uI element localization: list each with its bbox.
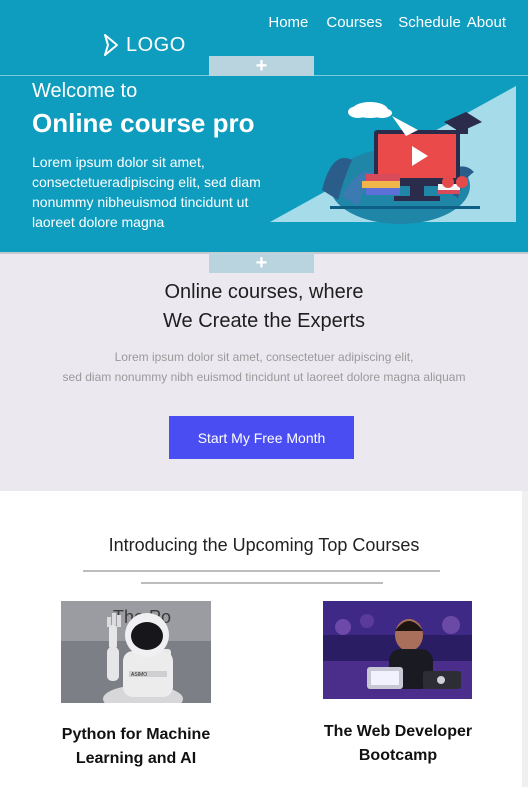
course-image-hackathon[interactable] — [323, 601, 472, 699]
divider — [83, 570, 440, 572]
scrollbar-track[interactable] — [522, 491, 528, 787]
top-nav: Home Courses Schedule About — [268, 14, 506, 31]
online-learning-illustration — [270, 86, 516, 224]
course-title-webdev[interactable]: The Web Developer Bootcamp — [308, 720, 488, 768]
intro-description: Lorem ipsum dolor sit amet, consectetuer… — [0, 347, 528, 387]
course-image-robot[interactable]: The Po ASIMO — [61, 601, 211, 703]
hero-description: Lorem ipsum dolor sit amet, consectetuer… — [32, 154, 261, 230]
intro-section: Online courses, where We Create the Expe… — [0, 252, 528, 491]
nav-schedule-link[interactable]: Schedule — [398, 14, 461, 31]
add-block-button[interactable]: + — [209, 253, 314, 273]
intro-title-line2: We Create the Experts — [163, 310, 365, 332]
courses-heading: Introducing the Upcoming Top Courses — [108, 535, 420, 555]
nav-courses-link[interactable]: Courses — [326, 14, 382, 31]
course-title-line: Learning and AI — [75, 750, 197, 767]
intro-description-line2: sed diam nonummy nibh euismod tincidunt … — [62, 370, 466, 384]
robot-badge: ASIMO — [131, 672, 147, 678]
course-title-line: Bootcamp — [358, 747, 438, 764]
chevron-right-icon — [104, 34, 118, 56]
intro-title: Online courses, where We Create the Expe… — [0, 278, 528, 336]
divider — [141, 582, 383, 584]
course-title-line: The Web Developer — [323, 723, 473, 740]
nav-home-link[interactable]: Home — [268, 14, 308, 31]
logo[interactable]: LOGO — [102, 33, 186, 57]
hero-header: Home Courses Schedule About LOGO + Welco… — [0, 0, 528, 252]
course-title-python[interactable]: Python for Machine Learning and AI — [46, 723, 226, 771]
intro-title-line1: Online courses, where — [164, 281, 364, 303]
hero-title: Online course pro — [32, 108, 255, 138]
start-free-month-button[interactable]: Start My Free Month — [169, 416, 354, 459]
logo-text: LOGO — [126, 33, 186, 56]
intro-description-line1: Lorem ipsum dolor sit amet, consectetuer… — [114, 350, 414, 364]
robot-image: The Po ASIMO — [61, 601, 211, 703]
course-title-line: Python for Machine — [61, 726, 211, 743]
add-block-button[interactable]: + — [209, 56, 314, 76]
hackathon-image — [323, 601, 472, 699]
nav-about-link[interactable]: About — [467, 14, 506, 31]
hero-welcome: Welcome to — [32, 80, 138, 102]
